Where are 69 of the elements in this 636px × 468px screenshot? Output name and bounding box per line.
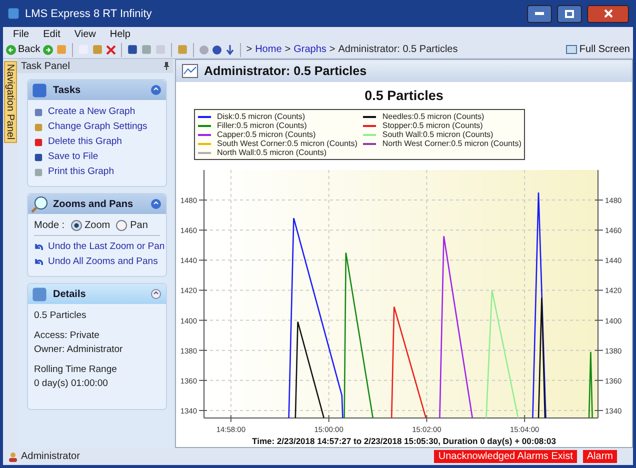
legend-label: Capper:0.5 micron (Counts) [217,130,316,139]
status-user: Administrator [21,451,80,462]
menu-item[interactable]: File [13,28,30,40]
forward-button[interactable] [43,44,54,54]
card-title: Details [53,288,87,300]
delete-button[interactable] [106,44,116,54]
task-link[interactable]: Change Graph Settings [34,121,148,133]
alarm-indicator[interactable]: Alarm [582,450,617,463]
close-icon [604,9,612,18]
collapse-icon[interactable] [151,85,161,95]
legend-label: Needles:0.5 micron (Counts) [382,112,484,121]
breadcrumb-separator: > [329,44,336,55]
user-icon [9,452,17,462]
task-link[interactable]: Print this Graph [34,166,114,178]
chart-title: 0.5 Particles [364,88,444,103]
forward-arrow-icon [43,44,54,54]
close-button[interactable] [587,4,629,22]
breadcrumb-link[interactable]: Home [255,44,282,55]
window-title: LMS Express 8 RT Infinity [25,8,153,20]
minimize-icon [535,12,544,15]
menu-item[interactable]: View [74,28,96,40]
back-arrow-icon [6,44,16,54]
info-button[interactable] [212,44,222,54]
mode-label: Mode : [34,220,65,231]
breadcrumb-current: Administrator: 0.5 Particles [338,44,458,55]
legend-label: North West Corner:0.5 micron (Counts) [382,139,522,148]
range-value: 0 day(s) 01:00:00 [34,378,109,389]
pin-icon[interactable] [164,62,169,70]
download-button[interactable] [225,44,236,54]
legend-label: South West Corner:0.5 micron (Counts) [217,139,358,148]
collapse-icon[interactable] [151,199,161,209]
maximize-button[interactable] [557,4,582,22]
collapse-icon[interactable] [151,289,161,299]
legend-label: North Wall:0.5 micron (Counts) [217,148,327,157]
mode-radio[interactable]: Zoom [70,220,110,231]
menu-item[interactable]: Help [110,28,130,40]
magnifier-icon [31,196,48,212]
mode-radio[interactable]: Pan [116,220,148,231]
x-axis-label: Time: 2/23/2018 14:57:27 to 2/23/2018 15:05:30, Duration 0 day(s) + 00:08:03 [252,436,556,446]
card-title: Zooms and Pans [53,198,134,210]
access-text: Access: Private [34,330,100,341]
minimize-button[interactable] [527,4,552,22]
legend-label: South Wall:0.5 micron (Counts) [382,130,494,139]
breadcrumb-link[interactable]: Graphs [294,44,326,55]
task-link[interactable]: Save to File [34,151,98,163]
menu-item[interactable]: Edit [43,28,60,40]
graph-name: 0.5 Particles [34,310,88,321]
alarm-indicator[interactable]: Unacknowledged Alarms Exist [434,450,577,463]
breadcrumb-separator: > [246,44,252,55]
undo-link[interactable]: Undo All Zooms and Pans [34,256,158,268]
legend-label: Disk:0.5 micron (Counts) [217,112,306,121]
legend-label: Filler:0.5 micron (Counts) [217,121,307,130]
undo-icon [34,242,43,252]
legend-label: Stopper:0.5 micron (Counts) [382,121,483,130]
breadcrumb-separator: > [284,44,291,55]
owner-text: Owner: Administrator [34,344,124,355]
task-link[interactable]: Create a New Graph [34,106,136,118]
range-label: Rolling Time Range [34,364,118,375]
full-screen-button[interactable]: Full Screen [566,44,630,55]
undo-link[interactable]: Undo the Last Zoom or Pan [34,241,165,253]
task-link[interactable]: Delete this Graph [34,136,122,148]
screen-icon [566,45,578,54]
maximize-icon [565,10,574,18]
page-title: Administrator: 0.5 Particles [204,64,367,78]
navigation-panel-tab[interactable]: Navigation Panel [4,61,16,143]
task-panel-title: Task Panel [21,60,70,72]
card-title: Tasks [53,84,82,96]
undo-icon [34,258,43,266]
back-button[interactable]: Back [6,44,40,55]
